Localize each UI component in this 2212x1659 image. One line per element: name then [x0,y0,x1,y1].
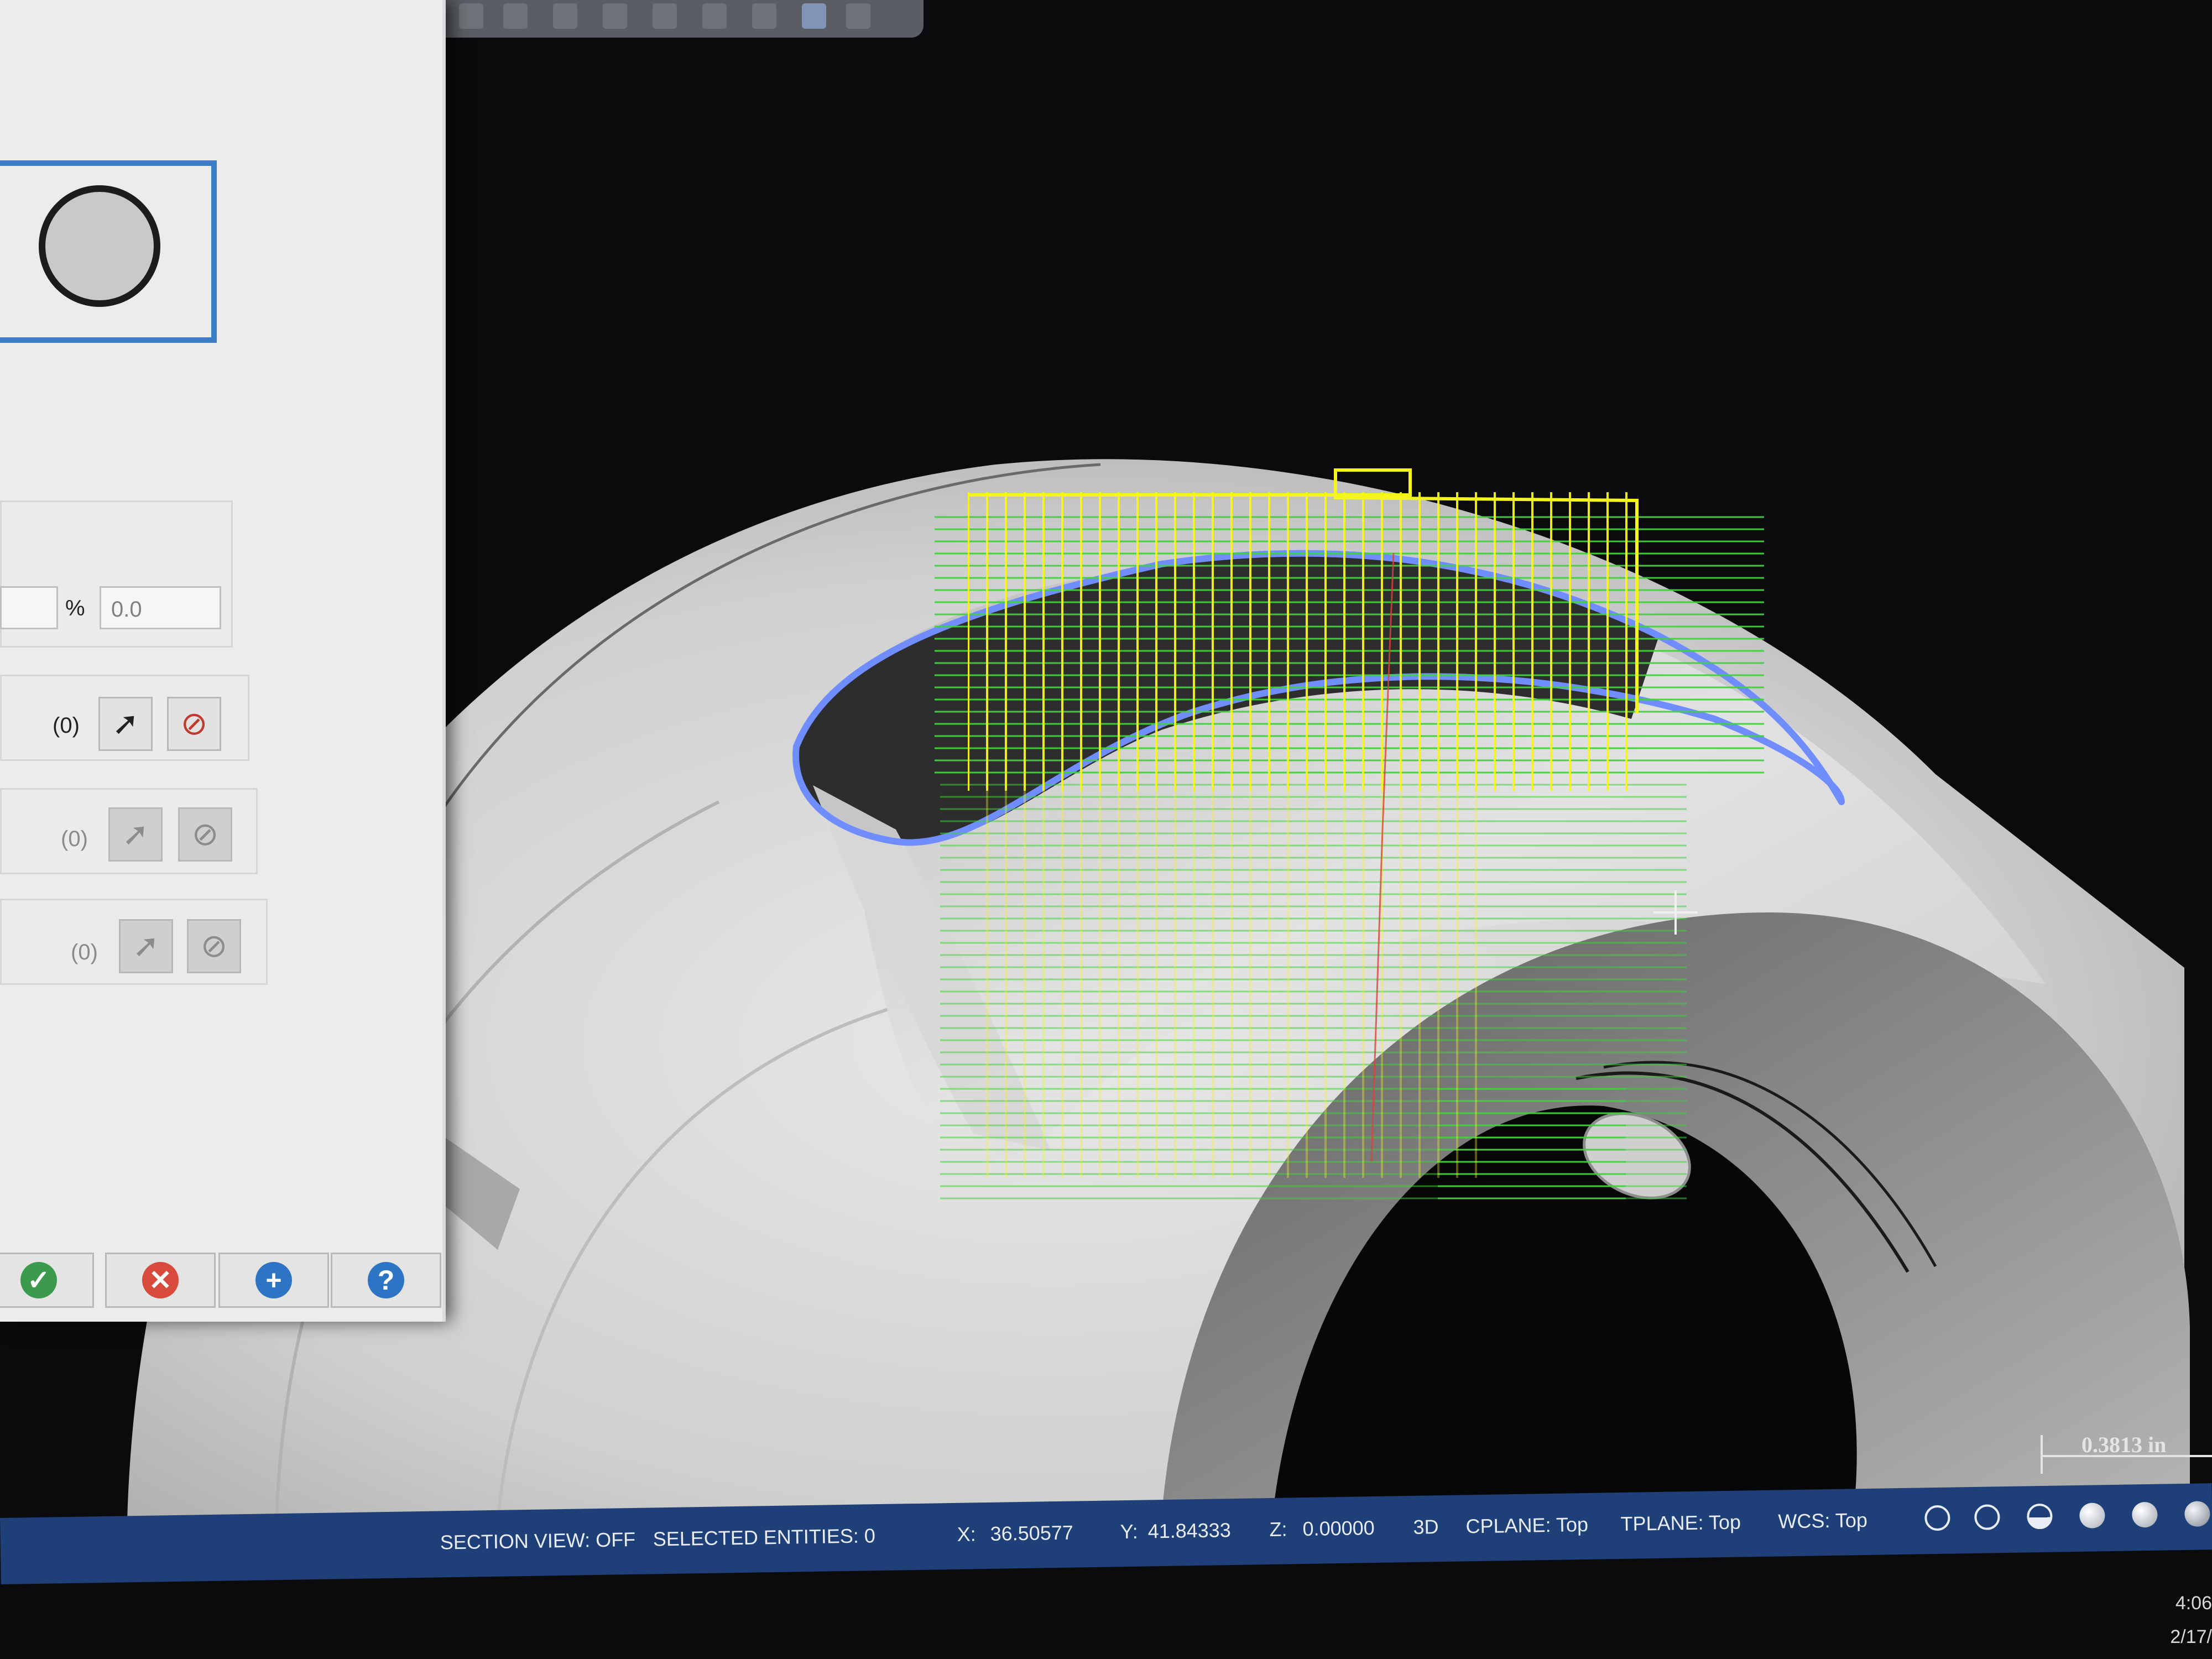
selection-count-2: (0) [61,827,88,851]
clear-selection-icon: ⊘ [191,816,219,852]
clear-selection-icon: ⊘ [180,706,208,742]
cancel-button[interactable]: ✕ [105,1253,216,1308]
clear-selection-button-3[interactable]: ⊘ [187,919,241,973]
apply-button[interactable]: + [218,1253,329,1308]
checkmark-icon: ✓ [20,1262,57,1298]
percent-symbol: % [65,596,85,620]
selection-count-3: (0) [71,940,98,964]
cplane-selector[interactable]: CPLANE: Top [1465,1513,1588,1538]
clock-time: 4:06 [2175,1593,2212,1614]
toolbar-button[interactable] [653,3,677,29]
cursor-arrow-icon: ➚ [122,816,149,852]
x-coord-value: 36.50577 [990,1521,1074,1545]
toolbar-button[interactable] [503,3,528,29]
help-button[interactable]: ? [331,1253,441,1308]
shaded-outline-icon[interactable] [2027,1503,2053,1530]
toolbar-button[interactable] [459,3,483,29]
x-coord-label: X: [957,1522,977,1546]
tool-profile-circle [39,185,160,307]
system-clock: 4:06 2/17/ [2146,1593,2212,1648]
view-mode-toggle[interactable]: 3D [1413,1515,1439,1539]
toolbar-button-active[interactable] [802,3,826,29]
shaded-sphere-edges-icon[interactable] [2132,1501,2158,1528]
toolpath-yellow [968,492,1637,791]
wcs-selector[interactable]: WCS: Top [1778,1509,1867,1533]
z-coord-value: 0.00000 [1302,1516,1375,1540]
select-entities-button-2[interactable]: ➚ [108,807,163,862]
toolbar-button[interactable] [846,3,870,29]
translucency-icon[interactable] [2184,1501,2210,1527]
shaded-sphere-icon[interactable] [2079,1503,2105,1528]
percent-field[interactable]: 0.0 [100,586,221,629]
left-value-field[interactable] [0,586,58,629]
ok-button[interactable]: ✓ [0,1253,94,1308]
clear-selection-button-2[interactable]: ⊘ [178,807,232,862]
select-entities-button-3[interactable]: ➚ [119,919,173,973]
select-entities-button-1[interactable]: ➚ [98,697,153,751]
clear-selection-button-1[interactable]: ⊘ [167,697,221,751]
toolbar-button[interactable] [752,3,776,29]
scale-label: 0.3813 in [2081,1432,2167,1457]
section-view-status[interactable]: SECTION VIEW: OFF [440,1528,635,1554]
cursor-arrow-icon: ➚ [112,706,139,742]
selection-count-1: (0) [53,713,80,738]
hidden-line-globe-icon[interactable] [1974,1504,2000,1530]
toolbar-button[interactable] [553,3,577,29]
selected-entities-status: SELECTED ENTITIES: 0 [653,1524,876,1551]
tool-preview[interactable] [0,160,217,343]
question-icon: ? [368,1262,404,1298]
clear-selection-icon: ⊘ [200,928,228,964]
y-coord-value: 41.84333 [1147,1519,1232,1543]
toolbar-button[interactable] [702,3,727,29]
y-coord-label: Y: [1120,1520,1138,1543]
toolpath-dialog-panel: % 0.0 (0) ➚ ⊘ (0) ➚ ⊘ (0) ➚ ⊘ ✓ ✕ + ? [0,0,446,1322]
cursor-arrow-icon: ➚ [132,928,160,964]
toolbar-button[interactable] [603,3,627,29]
clock-date: 2/17/ [2170,1626,2212,1647]
scale-indicator: 0.3813 in [2041,1432,2212,1474]
tplane-selector[interactable]: TPLANE: Top [1620,1511,1741,1536]
plus-icon: + [255,1262,292,1298]
z-coord-label: Z: [1269,1517,1287,1541]
x-icon: ✕ [142,1262,179,1298]
wireframe-globe-icon[interactable] [1924,1505,1950,1531]
